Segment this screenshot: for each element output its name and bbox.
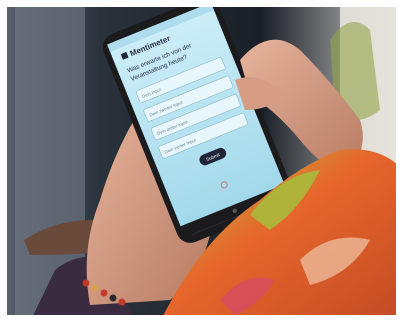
photo-scene: Mentimeter Was erwarte ich von der Veran… [0, 0, 403, 322]
photo: Mentimeter Was erwarte ich von der Veran… [0, 0, 403, 322]
